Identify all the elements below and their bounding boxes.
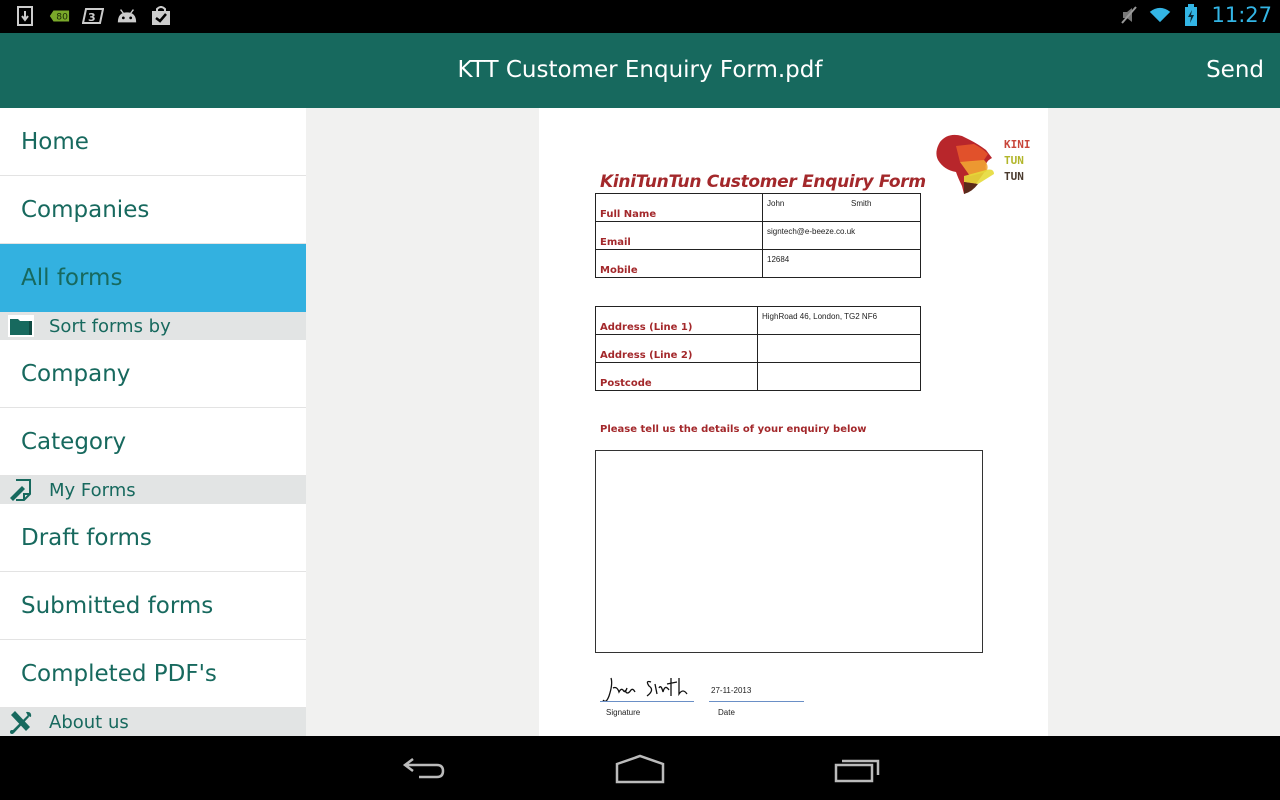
sidebar-item-label: All forms <box>21 265 123 291</box>
africa-map-icon <box>936 134 994 194</box>
sidebar-item-all-forms[interactable]: All forms <box>0 244 306 312</box>
sidebar-item-label: Submitted forms <box>21 592 214 619</box>
date-value[interactable]: 27-11-2013 <box>711 686 751 695</box>
signature-line <box>600 701 694 702</box>
table-row: Address (Line 1) HighRoad 46, London, TG… <box>595 306 921 335</box>
address-table: Address (Line 1) HighRoad 46, London, TG… <box>595 306 921 391</box>
contact-table: Full Name John Smith Email signtech@e-be… <box>595 193 921 278</box>
section-header-my-forms: My Forms <box>0 476 306 504</box>
sidebar-item-home[interactable]: Home <box>0 108 306 176</box>
folder-icon <box>8 313 34 339</box>
android-icon <box>116 5 138 27</box>
back-button[interactable] <box>396 752 452 786</box>
home-icon <box>615 754 665 784</box>
sidebar-item-label: Completed PDF's <box>21 660 217 687</box>
sidebar-item-label: Company <box>21 360 131 387</box>
clock: 11:27 <box>1211 3 1272 27</box>
battery-charging-icon <box>1180 4 1202 26</box>
wifi-icon <box>1149 4 1171 26</box>
sidebar-item-completed-pdfs[interactable]: Completed PDF's <box>0 640 306 708</box>
email-field[interactable]: signtech@e-beeze.co.uk <box>762 221 921 250</box>
sidebar-item-company[interactable]: Company <box>0 340 306 408</box>
status-bar: 80 3 11:27 <box>0 0 1280 33</box>
signature-label: Signature <box>606 708 641 717</box>
kinituntun-logo: KINI TUN TUN <box>934 132 1034 202</box>
action-bar: KTT Customer Enquiry Form.pdf Send <box>0 33 1280 108</box>
sidebar-item-label: Home <box>21 128 89 155</box>
postcode-field[interactable] <box>757 362 921 391</box>
enquiry-label: Please tell us the details of your enqui… <box>600 424 867 435</box>
field-label: Postcode <box>595 362 758 391</box>
sidebar-item-label: Category <box>21 428 127 455</box>
back-icon <box>402 758 445 779</box>
svg-text:80: 80 <box>56 12 68 23</box>
field-label: Address (Line 2) <box>595 334 758 363</box>
date-line <box>709 701 804 702</box>
section-header-label: My Forms <box>49 479 136 501</box>
sidebar-item-label: Companies <box>21 196 150 223</box>
sidebar-item-draft-forms[interactable]: Draft forms <box>0 504 306 572</box>
pdf-viewer[interactable]: KINI TUN TUN KiniTunTun Customer Enquiry… <box>306 108 1280 736</box>
system-nav-bar <box>0 736 1280 800</box>
recents-button[interactable] <box>830 752 886 786</box>
sidebar-item-label: Draft forms <box>21 524 152 551</box>
table-row: Mobile 12684 <box>595 249 921 278</box>
battery-80-badge-icon: 80 <box>48 5 70 27</box>
sidebar-item-category[interactable]: Category <box>0 408 306 476</box>
table-row: Email signtech@e-beeze.co.uk <box>595 221 921 250</box>
sidebar-item-companies[interactable]: Companies <box>0 176 306 244</box>
table-row: Postcode <box>595 362 921 391</box>
download-icon <box>14 5 36 27</box>
mute-icon <box>1118 4 1140 26</box>
svg-text:3: 3 <box>88 11 96 24</box>
section-header-label: Sort forms by <box>49 315 171 337</box>
pdf-page: KINI TUN TUN KiniTunTun Customer Enquiry… <box>539 108 1048 736</box>
address-line-1-field[interactable]: HighRoad 46, London, TG2 NF6 <box>757 306 921 335</box>
table-row: Address (Line 2) <box>595 334 921 363</box>
form-title: KiniTunTun Customer Enquiry Form <box>600 172 926 192</box>
section-header-sort-forms-by: Sort forms by <box>0 312 306 340</box>
document-title: KTT Customer Enquiry Form.pdf <box>457 57 823 83</box>
navigation-drawer: Home Companies All forms Sort forms by C… <box>0 108 306 736</box>
mobile-field[interactable]: 12684 <box>762 249 921 278</box>
sim-3-icon: 3 <box>82 5 104 27</box>
date-label: Date <box>718 708 735 717</box>
store-bag-check-icon <box>150 5 172 27</box>
field-label: Address (Line 1) <box>595 306 758 335</box>
field-label: Full Name <box>595 193 763 222</box>
address-line-2-field[interactable] <box>757 334 921 363</box>
table-row: Full Name John Smith <box>595 193 921 222</box>
logo-text: KINI TUN TUN <box>1004 138 1031 183</box>
full-name-field[interactable]: John Smith <box>762 193 921 222</box>
section-header-label: About us <box>49 711 129 733</box>
signature-image[interactable] <box>601 674 697 708</box>
recents-icon <box>834 759 880 783</box>
send-button[interactable]: Send <box>1206 57 1264 83</box>
home-button[interactable] <box>612 752 668 786</box>
enquiry-details-field[interactable] <box>595 450 983 653</box>
section-header-about-us[interactable]: About us <box>0 708 306 736</box>
field-label: Mobile <box>595 249 763 278</box>
edit-form-icon <box>8 477 34 503</box>
field-label: Email <box>595 221 763 250</box>
sidebar-item-submitted-forms[interactable]: Submitted forms <box>0 572 306 640</box>
tools-icon <box>8 709 34 735</box>
